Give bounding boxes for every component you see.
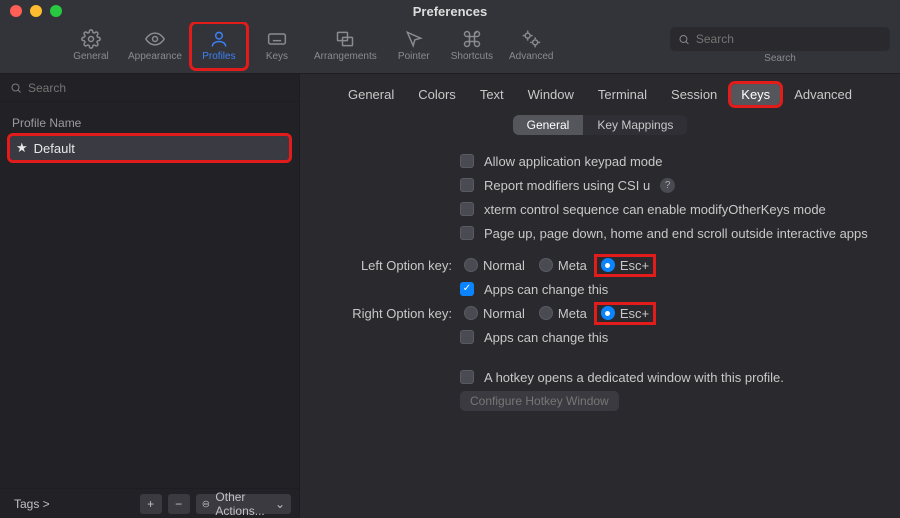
toolbar-item-appearance[interactable]: Appearance (122, 24, 188, 68)
right-pane: General Colors Text Window Terminal Sess… (300, 74, 900, 518)
cursor-icon (404, 29, 424, 49)
close-window-button[interactable] (10, 5, 22, 17)
toolbar: General Appearance Profiles Keys Arrange… (0, 22, 900, 74)
toolbar-item-shortcuts[interactable]: Shortcuts (445, 24, 499, 68)
left-option-meta[interactable]: Meta (535, 257, 591, 274)
left-option-label: Left Option key: (324, 258, 452, 273)
preferences-window: Preferences General Appearance Profiles … (0, 0, 900, 518)
tab-advanced[interactable]: Advanced (784, 84, 862, 105)
chevron-down-icon: ⌄ (275, 497, 285, 511)
csi-u-label: Report modifiers using CSI u (484, 178, 650, 193)
tab-terminal[interactable]: Terminal (588, 84, 657, 105)
toolbar-item-profiles[interactable]: Profiles (192, 24, 246, 68)
tab-text[interactable]: Text (470, 84, 514, 105)
configure-hotkey-button[interactable]: Configure Hotkey Window (460, 391, 619, 411)
toolbar-item-advanced[interactable]: Advanced (503, 24, 559, 68)
person-icon (209, 29, 229, 49)
window-controls (10, 5, 62, 17)
subtab-key-mappings[interactable]: Key Mappings (583, 115, 687, 135)
star-icon: ★ (16, 140, 28, 156)
toolbar-item-keys[interactable]: Keys (250, 24, 304, 68)
left-option-normal[interactable]: Normal (460, 257, 529, 274)
titlebar: Preferences (0, 0, 900, 22)
search-icon (678, 33, 690, 46)
left-option-radio-group: Normal Meta Esc+ (460, 257, 876, 274)
profile-row-default[interactable]: ★ Default (10, 136, 289, 160)
sidebar-search[interactable] (0, 74, 299, 102)
remove-profile-button[interactable]: − (168, 494, 190, 514)
content: Profile Name ★ Default Tags > + − Other … (0, 74, 900, 518)
other-actions-dropdown[interactable]: Other Actions... ⌄ (196, 494, 291, 514)
pageup-label: Page up, page down, home and end scroll … (484, 226, 868, 241)
csi-u-checkbox[interactable] (460, 178, 474, 192)
eye-icon (145, 29, 165, 49)
right-option-normal[interactable]: Normal (460, 305, 529, 322)
gear-icon (81, 29, 101, 49)
tab-window[interactable]: Window (518, 84, 584, 105)
tab-session[interactable]: Session (661, 84, 727, 105)
sidebar-bottom: Tags > + − Other Actions... ⌄ (0, 488, 299, 518)
right-option-radio-group: Normal Meta Esc+ (460, 305, 876, 322)
profile-tabs: General Colors Text Window Terminal Sess… (314, 80, 886, 109)
toolbar-item-pointer[interactable]: Pointer (387, 24, 441, 68)
hotkey-checkbox[interactable] (460, 370, 474, 384)
allow-keypad-checkbox[interactable] (460, 154, 474, 168)
toolbar-item-arrangements[interactable]: Arrangements (308, 24, 383, 68)
left-option-esc[interactable]: Esc+ (597, 257, 653, 274)
right-option-meta[interactable]: Meta (535, 305, 591, 322)
left-apps-change-checkbox[interactable] (460, 282, 474, 296)
windows-icon (335, 29, 355, 49)
right-apps-change-label: Apps can change this (484, 330, 608, 345)
search-icon (10, 82, 22, 94)
toolbar-search[interactable] (670, 27, 890, 51)
profile-list: Profile Name ★ Default (0, 102, 299, 488)
subtab-general[interactable]: General (513, 115, 584, 135)
keys-form: Allow application keypad mode Report mod… (314, 145, 886, 413)
tags-button[interactable]: Tags > (8, 495, 56, 513)
left-apps-change-label: Apps can change this (484, 282, 608, 297)
right-option-esc[interactable]: Esc+ (597, 305, 653, 322)
toolbar-search-input[interactable] (696, 32, 882, 46)
profile-list-header: Profile Name (10, 110, 289, 136)
pageup-checkbox[interactable] (460, 226, 474, 240)
right-option-label: Right Option key: (324, 306, 452, 321)
allow-keypad-label: Allow application keypad mode (484, 154, 663, 169)
profile-name: Default (34, 141, 75, 156)
right-apps-change-checkbox[interactable] (460, 330, 474, 344)
tab-keys[interactable]: Keys (731, 84, 780, 105)
hotkey-label: A hotkey opens a dedicated window with t… (484, 370, 784, 385)
toolbar-item-general[interactable]: General (64, 24, 118, 68)
zoom-window-button[interactable] (50, 5, 62, 17)
keys-subtabs: General Key Mappings (314, 115, 886, 135)
sidebar-search-input[interactable] (28, 81, 289, 95)
tab-general[interactable]: General (338, 84, 404, 105)
tab-colors[interactable]: Colors (408, 84, 466, 105)
help-icon[interactable]: ? (660, 178, 675, 193)
command-icon (462, 29, 482, 49)
toolbar-search-wrap: Search (670, 27, 890, 64)
minus-icon: − (175, 497, 182, 511)
gears-icon (521, 29, 541, 49)
toolbar-search-label: Search (764, 53, 796, 64)
plus-icon: + (147, 497, 154, 511)
xterm-label: xterm control sequence can enable modify… (484, 202, 826, 217)
window-title: Preferences (0, 4, 900, 19)
keyboard-icon (267, 29, 287, 49)
ellipsis-icon (202, 498, 210, 510)
xterm-checkbox[interactable] (460, 202, 474, 216)
minimize-window-button[interactable] (30, 5, 42, 17)
add-profile-button[interactable]: + (140, 494, 162, 514)
sidebar: Profile Name ★ Default Tags > + − Other … (0, 74, 300, 518)
